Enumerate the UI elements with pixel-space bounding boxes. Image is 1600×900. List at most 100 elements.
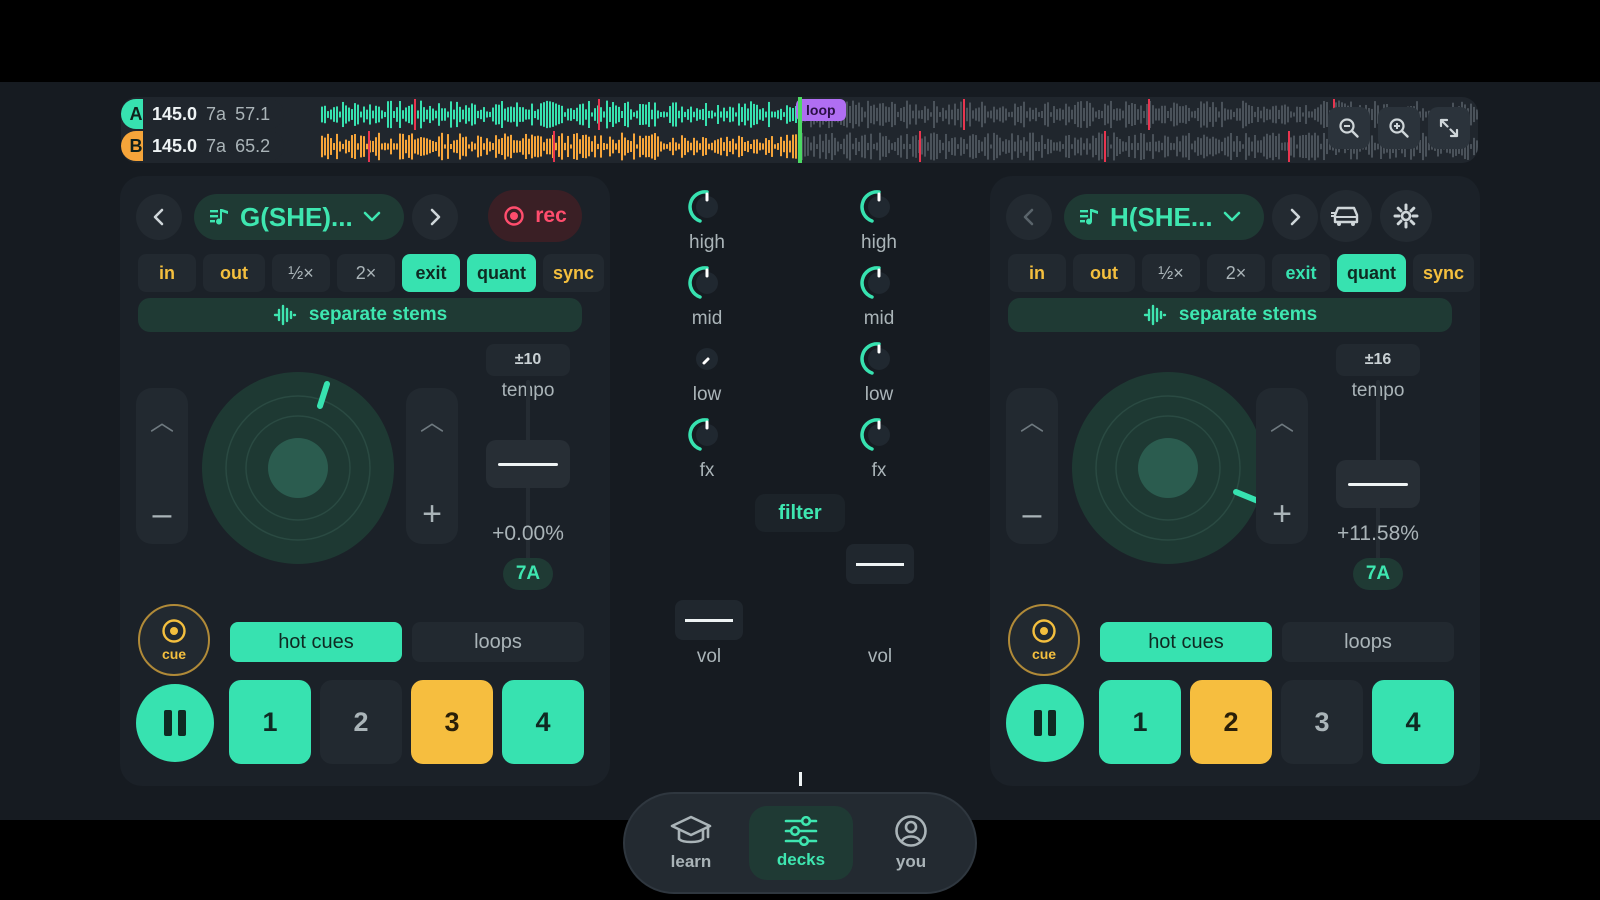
loop-marker[interactable]: loop — [796, 99, 846, 121]
waveform-bar — [1233, 141, 1235, 152]
loop-double-button[interactable]: 2× — [337, 254, 395, 292]
loop-double-button[interactable]: 2× — [1207, 254, 1265, 292]
sync-button[interactable]: sync — [1413, 254, 1475, 292]
hot-cue-pad-1[interactable]: 1 — [1099, 680, 1181, 764]
hot-cue-pad-3[interactable]: 3 — [411, 680, 493, 764]
loop-half-button[interactable]: ½× — [1142, 254, 1200, 292]
waveform-bar — [417, 138, 419, 155]
waveform-bar — [1041, 110, 1043, 119]
record-button[interactable]: rec — [488, 190, 582, 242]
hot-cue-pad-2[interactable]: 2 — [320, 680, 402, 764]
waveform-bar — [1044, 103, 1046, 126]
tab-loops[interactable]: loops — [412, 622, 584, 662]
loop-in-button[interactable]: in — [1008, 254, 1066, 292]
key-badge[interactable]: 7A — [503, 558, 553, 590]
loop-in-button[interactable]: in — [138, 254, 196, 292]
pitch-bend-down[interactable]: ︿ – — [136, 388, 188, 544]
nav-learn[interactable]: learn — [639, 806, 743, 880]
waveform-bar — [1254, 111, 1256, 118]
zoom-out-button[interactable] — [1328, 107, 1370, 149]
previous-track-button[interactable] — [1006, 194, 1052, 240]
tab-loops[interactable]: loops — [1282, 622, 1454, 662]
key-badge[interactable]: 7A — [1353, 558, 1403, 590]
track-selector[interactable]: G(SHE)... — [194, 194, 404, 240]
waveform-bar — [399, 101, 401, 128]
waveform-bar — [1155, 108, 1157, 121]
tempo-slider-thumb[interactable] — [486, 440, 570, 488]
hot-cue-pad-4[interactable]: 4 — [502, 680, 584, 764]
pitch-bend-down[interactable]: ︿ – — [1006, 388, 1058, 544]
tempo-range-button[interactable]: ±10 — [486, 344, 570, 376]
fx-knob-left[interactable] — [688, 416, 726, 454]
hot-cue-pad-1[interactable]: 1 — [229, 680, 311, 764]
hot-cue-pad-3[interactable]: 3 — [1281, 680, 1363, 764]
loop-out-button[interactable]: out — [203, 254, 265, 292]
play-pause-button[interactable] — [136, 684, 214, 762]
separate-stems-button[interactable]: separate stems — [138, 298, 582, 332]
waveform-bar — [855, 137, 857, 156]
settings-button[interactable] — [1380, 190, 1432, 242]
waveform-bar — [1044, 144, 1046, 149]
quantize-button[interactable]: quant — [467, 254, 536, 292]
waveform-bar — [972, 134, 974, 159]
track-selector[interactable]: H(SHE... — [1064, 194, 1264, 240]
tempo-slider-thumb[interactable] — [1336, 460, 1420, 508]
waveform-bar — [906, 134, 908, 159]
next-track-button[interactable] — [1272, 194, 1318, 240]
filter-button[interactable]: filter — [755, 494, 845, 532]
automix-button[interactable] — [1320, 190, 1372, 242]
sync-button[interactable]: sync — [543, 254, 605, 292]
nav-decks[interactable]: decks — [749, 806, 853, 880]
expand-button[interactable] — [1428, 107, 1470, 149]
tab-hot-cues[interactable]: hot cues — [230, 622, 402, 662]
volume-fader-right[interactable] — [846, 544, 914, 584]
pitch-bend-up[interactable]: ︿ + — [1256, 388, 1308, 544]
volume-fader-left[interactable] — [675, 600, 743, 640]
fx-knob-right[interactable] — [860, 416, 898, 454]
waveform-bar — [981, 141, 983, 152]
jog-wheel[interactable] — [1070, 370, 1266, 566]
tempo-slider[interactable] — [1336, 380, 1420, 576]
waveform-overview[interactable]: A 145.0 7a 57.1 B 145.0 7a 65.2 loop — [121, 97, 1478, 163]
eq-knob-right-low[interactable] — [860, 340, 898, 378]
waveform-bar — [1248, 105, 1250, 124]
separate-stems-button[interactable]: separate stems — [1008, 298, 1452, 332]
cue-button[interactable]: cue — [1008, 604, 1080, 676]
hot-cue-pad-4[interactable]: 4 — [1372, 680, 1454, 764]
play-pause-button[interactable] — [1006, 684, 1084, 762]
tempo-slider[interactable] — [486, 380, 570, 576]
tab-hot-cues[interactable]: hot cues — [1100, 622, 1272, 662]
cue-button[interactable]: cue — [138, 604, 210, 676]
waveform-bar — [570, 108, 572, 121]
jog-wheel[interactable] — [200, 370, 396, 566]
loop-half-button[interactable]: ½× — [272, 254, 330, 292]
waveform-bar — [504, 108, 506, 121]
waveform-bar — [879, 103, 881, 126]
next-track-button[interactable] — [412, 194, 458, 240]
previous-track-button[interactable] — [136, 194, 182, 240]
waveform-bar — [909, 144, 911, 149]
eq-knob-right-high[interactable] — [860, 188, 898, 226]
waveform-bar — [456, 139, 458, 154]
tempo-range-button[interactable]: ±16 — [1336, 344, 1420, 376]
crossfader-marker[interactable] — [799, 772, 802, 786]
hot-cue-pad-2[interactable]: 2 — [1190, 680, 1272, 764]
eq-knob-left-high[interactable] — [688, 188, 726, 226]
pitch-bend-up[interactable]: ︿ + — [406, 388, 458, 544]
waveform-bar — [528, 138, 530, 155]
zoom-in-button[interactable] — [1378, 107, 1420, 149]
waveform-bar — [666, 144, 668, 149]
eq-knob-right-mid[interactable] — [860, 264, 898, 302]
quantize-button[interactable]: quant — [1337, 254, 1406, 292]
loop-exit-button[interactable]: exit — [402, 254, 460, 292]
waveform-bar — [789, 107, 791, 122]
waveform-bar — [1191, 111, 1193, 118]
loop-out-button[interactable]: out — [1073, 254, 1135, 292]
eq-knob-left-low[interactable] — [688, 340, 726, 378]
waveform-bar — [465, 105, 467, 124]
eq-knob-left-mid[interactable] — [688, 264, 726, 302]
loop-exit-button[interactable]: exit — [1272, 254, 1330, 292]
waveform-bar — [756, 104, 758, 125]
nav-you[interactable]: you — [859, 806, 963, 880]
waveform-bar — [381, 110, 383, 119]
